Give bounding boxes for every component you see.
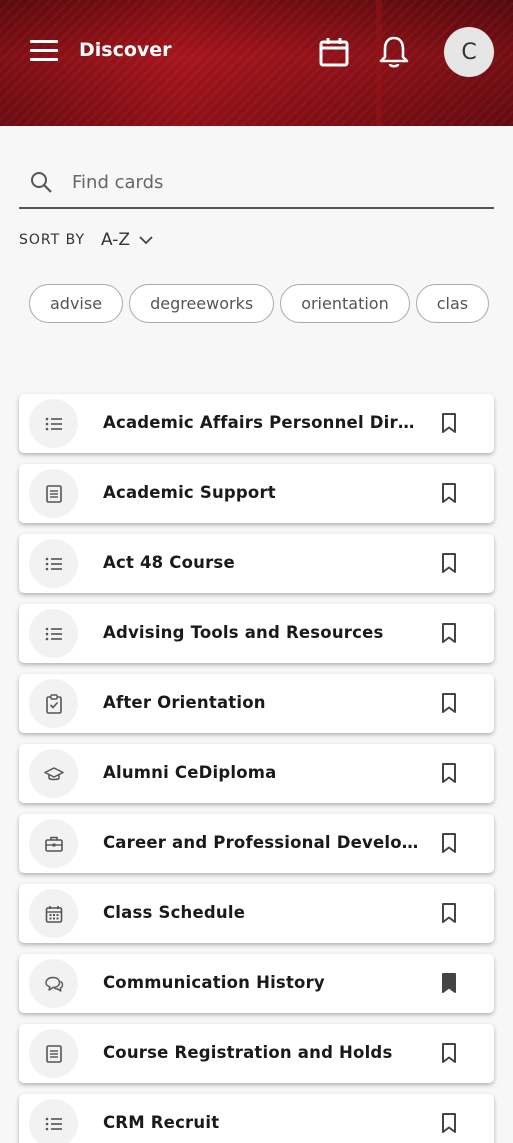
search-bar xyxy=(19,158,494,209)
card-item[interactable]: Act 48 Course xyxy=(19,534,494,593)
bookmark-icon[interactable] xyxy=(439,902,459,924)
header-background xyxy=(0,0,513,126)
document-icon xyxy=(29,1029,78,1078)
card-item[interactable]: Academic Affairs Personnel Directory xyxy=(19,394,494,453)
card-label: Class Schedule xyxy=(103,903,246,922)
bell-icon[interactable] xyxy=(378,35,410,69)
bookmark-icon[interactable] xyxy=(439,1112,459,1134)
clipboard-check-icon xyxy=(29,679,78,728)
bookmark-icon[interactable] xyxy=(439,692,459,714)
sort-control: SORT BY A-Z xyxy=(19,228,154,252)
bookmark-icon[interactable] xyxy=(439,412,459,434)
graduation-cap-icon xyxy=(29,749,78,798)
search-input[interactable] xyxy=(72,167,472,197)
tag-chip[interactable]: orientation xyxy=(280,284,410,323)
chevron-down-icon[interactable] xyxy=(138,232,154,248)
card-item[interactable]: Advising Tools and Resources xyxy=(19,604,494,663)
tag-chip[interactable]: clas xyxy=(415,284,489,323)
bookmark-icon[interactable] xyxy=(439,832,459,854)
search-icon xyxy=(31,172,52,193)
calendar-icon xyxy=(29,889,78,938)
card-list: Academic Affairs Personnel Directory Acad… xyxy=(19,394,494,1143)
bookmark-filled-icon[interactable] xyxy=(439,972,459,994)
tag-filter-list: advise degreeworks orientation clas xyxy=(29,284,489,324)
card-label: CRM Recruit xyxy=(103,1113,220,1132)
avatar[interactable]: C xyxy=(444,27,494,77)
list-icon xyxy=(29,539,78,588)
bookmark-icon[interactable] xyxy=(439,482,459,504)
tag-chip[interactable]: advise xyxy=(29,284,124,323)
card-item[interactable]: Class Schedule xyxy=(19,884,494,943)
card-item[interactable]: After Orientation xyxy=(19,674,494,733)
card-label: Academic Support xyxy=(103,483,276,502)
card-label: Career and Professional Development xyxy=(103,833,421,852)
calendar-icon[interactable] xyxy=(318,36,350,68)
bookmark-icon[interactable] xyxy=(439,762,459,784)
chat-icon xyxy=(29,959,78,1008)
card-item[interactable]: Alumni CeDiploma xyxy=(19,744,494,803)
card-item[interactable]: Communication History xyxy=(19,954,494,1013)
card-label: Course Registration and Holds xyxy=(103,1043,393,1062)
card-label: Academic Affairs Personnel Directory xyxy=(103,413,421,432)
bookmark-icon[interactable] xyxy=(439,552,459,574)
card-label: Communication History xyxy=(103,973,325,992)
card-label: Act 48 Course xyxy=(103,553,235,572)
card-item[interactable]: Academic Support xyxy=(19,464,494,523)
card-item[interactable]: Career and Professional Development xyxy=(19,814,494,873)
bookmark-icon[interactable] xyxy=(439,1042,459,1064)
list-icon xyxy=(29,399,78,448)
sort-label: SORT BY xyxy=(19,232,86,248)
sort-dropdown[interactable]: A-Z xyxy=(101,230,130,250)
tag-chip[interactable]: degreeworks xyxy=(129,284,275,323)
bookmark-icon[interactable] xyxy=(439,622,459,644)
card-item[interactable]: CRM Recruit xyxy=(19,1094,494,1143)
card-item[interactable]: Course Registration and Holds xyxy=(19,1024,494,1083)
menu-icon[interactable] xyxy=(30,40,58,64)
card-label: Advising Tools and Resources xyxy=(103,623,384,642)
briefcase-icon xyxy=(29,819,78,868)
document-icon xyxy=(29,469,78,518)
app-header: Discover C xyxy=(0,0,513,126)
card-label: Alumni CeDiploma xyxy=(103,763,277,782)
card-label: After Orientation xyxy=(103,693,266,712)
page-title: Discover xyxy=(79,39,172,61)
list-icon xyxy=(29,609,78,658)
list-icon xyxy=(29,1099,78,1143)
